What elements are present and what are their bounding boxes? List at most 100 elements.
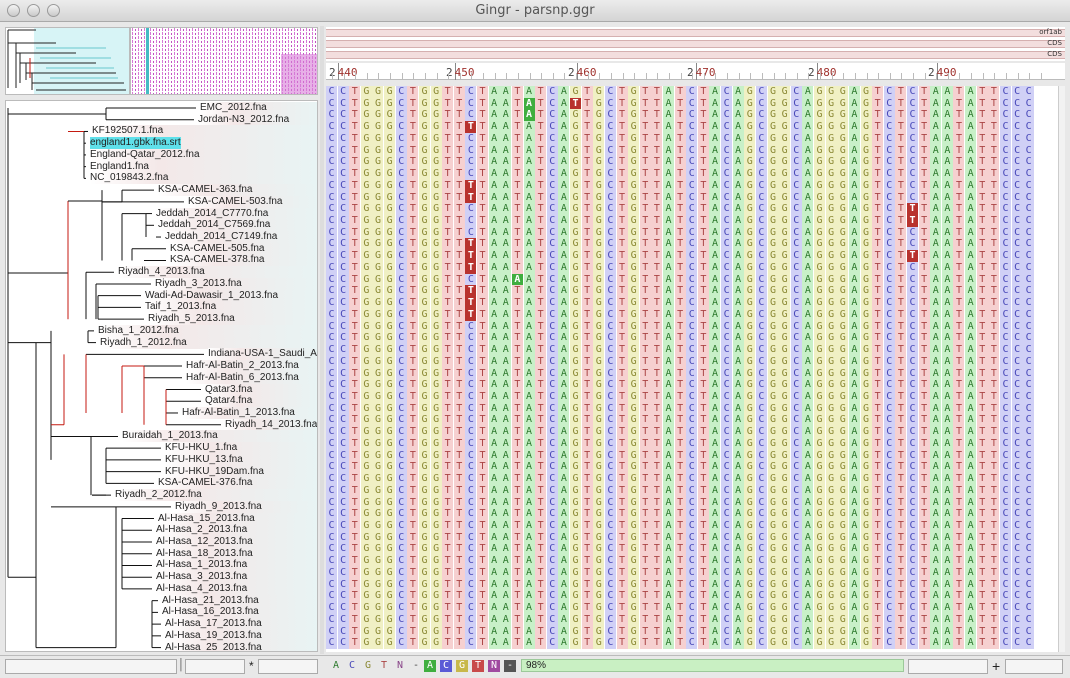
sequence-row[interactable]: CCTGGGCTGGTTCTAATATCAGTGCTGTTATCTACAGCGG… bbox=[326, 496, 1065, 509]
sequence-row[interactable]: CCTGGGCTGGTTTTAATATCAGTGCTGTTATCTACAGCGG… bbox=[326, 179, 1065, 192]
tree-leaf-label[interactable]: Qatar3.fna bbox=[205, 384, 252, 396]
tree-leaf-label[interactable]: Al-Hasa_12_2013.fna bbox=[156, 536, 253, 548]
tree-leaf-label[interactable]: Riyadh_5_2013.fna bbox=[148, 313, 235, 325]
tree-leaf-label[interactable]: Bisha_1_2012.fna bbox=[98, 325, 179, 337]
tree-leaf-label[interactable]: Hafr-Al-Batin_6_2013.fna bbox=[186, 372, 299, 384]
sequence-row[interactable]: CCTGGGCTGGTTCTAATATCAGTGCTGTTATCTACAGCGG… bbox=[326, 226, 1065, 239]
tree-leaf-label[interactable]: KFU-HKU_1.fna bbox=[165, 442, 237, 454]
sequence-row[interactable]: CCTGGGCTGGTTCTAAAATCAGTGCTGTTATCTACAGCGG… bbox=[326, 273, 1065, 286]
sequence-row[interactable]: CCTGGGCTGGTTCTAATATCAGTGCTGTTATCTACAGCGG… bbox=[326, 508, 1065, 521]
sequence-row[interactable]: CCTGGGCTGGTTCTAATATCAGTGCTGTTATCTACAGCGG… bbox=[326, 390, 1065, 403]
sequence-row[interactable]: CCTGGGCTGGTTCTAATATCAGTGCTGTTATCTACAGCGG… bbox=[326, 379, 1065, 392]
tree-leaf-label[interactable]: Al-Hasa_4_2013.fna bbox=[156, 583, 247, 595]
tree-leaf-label[interactable]: KFU-HKU_19Dam.fna bbox=[165, 466, 264, 478]
sequence-row[interactable]: CCTGGGCTGGTTTTAATATCAGTGCTGTTATCTACAGCGG… bbox=[326, 238, 1065, 251]
sequence-row[interactable]: CCTGGGCTGGTTCTAATATCAGTGCTGTTATCTACAGCGG… bbox=[326, 156, 1065, 169]
sequence-row[interactable]: CCTGGGCTGGTTCTAATATCAGTGCTGTTATCTACAGCGG… bbox=[326, 144, 1065, 157]
sequence-row[interactable]: CCTGGGCTGGTTCTAATATCAGTGCTGTTATCTACAGCGG… bbox=[326, 414, 1065, 427]
sequence-row[interactable]: CCTGGGCTGGTTCTAATATCAGTGCTGTTATCTACAGCGG… bbox=[326, 332, 1065, 345]
tree-leaf-label[interactable]: Al-Hasa_3_2013.fna bbox=[156, 571, 247, 583]
tree-leaf-label[interactable]: Jordan-N3_2012.fna bbox=[198, 114, 289, 126]
sequence-row[interactable]: CCTGGGCTGGTTTTAATATCAGTGCTGTTATCTACAGCGG… bbox=[326, 261, 1065, 274]
sequence-row[interactable]: CCTGGGCTGGTTCTAATATCAGTGCTGTTATCTACAGCGG… bbox=[326, 543, 1065, 556]
sequence-row[interactable]: CCTGGGCTGGTTCTAATATCAGTGCTGTTATCTACAGCGG… bbox=[326, 449, 1065, 462]
sequence-row[interactable]: CCTGGGCTGGTTCTAATATCAGTGCTGTTATCTACAGCGG… bbox=[326, 367, 1065, 380]
sequence-row[interactable]: CCTGGGCTGGTTTTAATATCAGTGCTGTTATCTACAGCGG… bbox=[326, 191, 1065, 204]
tree-leaf-label[interactable]: Wadi-Ad-Dawasir_1_2013.fna bbox=[145, 290, 278, 302]
pane-divider[interactable] bbox=[320, 26, 324, 654]
tree-leaf-label[interactable]: Al-Hasa_21_2013.fna bbox=[162, 595, 259, 607]
tree-leaf-label[interactable]: Riyadh_1_2012.fna bbox=[100, 337, 187, 349]
sequence-row[interactable]: CCTGGGCTGGTTCTAATATCAGTGCTGTTATCTACAGCGG… bbox=[326, 168, 1065, 181]
tree-leaf-label[interactable]: Al-Hasa_19_2013.fna bbox=[165, 630, 262, 642]
tree-leaf-label[interactable]: KSA-CAMEL-363.fna bbox=[158, 184, 253, 196]
tree-leaf-label[interactable]: Jeddah_2014_C7569.fna bbox=[158, 219, 270, 231]
tree-leaf-label[interactable]: KSA-CAMEL-503.fna bbox=[188, 196, 283, 208]
vertical-scrollbar[interactable] bbox=[1058, 86, 1065, 652]
sequence-row[interactable]: CCTGGGCTGGTTTTAATATCAGTGCTGTTATCTACAGCGG… bbox=[326, 285, 1065, 298]
sequence-row[interactable]: CCTGGGCTGGTTCTAATATCAGTGCTGTTATCTACAGCGG… bbox=[326, 320, 1065, 333]
zoom-level-bar[interactable]: 98% bbox=[521, 659, 904, 672]
sequence-row[interactable]: CCTGGGCTGGTTCTAATATCAGTGCTGTTATCTACAGCGG… bbox=[326, 555, 1065, 568]
overview-alignment[interactable] bbox=[130, 27, 318, 95]
sequence-row[interactable]: CCTGGGCTGGTTCTAATATCAGTGCTGTTATCTACAGCGG… bbox=[326, 109, 1065, 122]
sequence-row[interactable]: CCTGGGCTGGTTCTAATATCAGTGCTGTTATCTACAGCGG… bbox=[326, 520, 1065, 532]
tree-leaf-label[interactable]: Hafr-Al-Batin_2_2013.fna bbox=[186, 360, 299, 372]
sequence-row[interactable]: CCTGGGCTGGTTCTAATATCAGTGCTGTTATCTACAGCGG… bbox=[326, 426, 1065, 439]
tree-leaf-label[interactable]: Al-Hasa_18_2013.fna bbox=[156, 548, 253, 560]
tree-leaf-label[interactable]: Riyadh_3_2013.fna bbox=[155, 278, 242, 290]
annotation-feature[interactable]: CDS bbox=[326, 50, 1065, 59]
tree-leaf-label[interactable]: KSA-CAMEL-505.fna bbox=[170, 243, 265, 255]
sequence-row[interactable]: CCTGGGCTGGTTCTAATATCAGTGCTGTTATCTACAGCGG… bbox=[326, 531, 1065, 544]
sequence-row[interactable]: CCTGGGCTGGTTCTAATATCAGTGCTGTTATCTACAGCGG… bbox=[326, 473, 1065, 486]
tree-leaf-label[interactable]: Taif_1_2013.fna bbox=[145, 301, 216, 313]
tree-leaf-label[interactable]: Al-Hasa_1_2013.fna bbox=[156, 559, 247, 571]
sequence-row[interactable]: CCTGGGCTGGTTCTAATATCAGTGCTGTTATCTACAGCGG… bbox=[326, 344, 1065, 357]
tree-extra-field[interactable] bbox=[258, 659, 318, 674]
sequence-row[interactable]: CCTGGGCTGGTTCTAATATCAGTGCTGTTATCTACAGCGG… bbox=[326, 355, 1065, 368]
tree-leaf-label[interactable]: England-Qatar_2012.fna bbox=[90, 149, 200, 161]
tree-leaf-label[interactable]: Riyadh_9_2013.fna bbox=[175, 501, 262, 513]
tree-leaf-label[interactable]: Al-Hasa_17_2013.fna bbox=[165, 618, 262, 630]
tree-leaf-label[interactable]: KSA-CAMEL-376.fna bbox=[158, 477, 253, 489]
tree-leaf-label[interactable]: England1.fna bbox=[90, 161, 149, 173]
zoom-in-button[interactable]: + bbox=[992, 658, 1000, 674]
tree-leaf-label[interactable]: england1.gbk.fna.srt bbox=[90, 137, 181, 150]
tree-leaf-label[interactable]: Qatar4.fna bbox=[205, 395, 252, 407]
sequence-row[interactable]: CCTGGGCTGGTTCTAATATCAGTGCTGTTATCTACAGCGG… bbox=[326, 637, 1065, 650]
tree-leaf-label[interactable]: Riyadh_2_2012.fna bbox=[115, 489, 202, 501]
sequence-row[interactable]: CCTGGGCTGGTTCTAATATCAGTGCTGTTATCTACAGCGG… bbox=[326, 132, 1065, 145]
sequence-row[interactable]: CCTGGGCTGGTTCTAATATCAGTGCTGTTATCTACAGCGG… bbox=[326, 484, 1065, 497]
tree-leaf-label[interactable]: Hafr-Al-Batin_1_2013.fna bbox=[182, 407, 295, 419]
sequence-row[interactable]: CCTGGGCTGGTTCTAATATCAGTGCTGTTATCTACAGCGG… bbox=[326, 602, 1065, 615]
tree-leaf-label[interactable]: KSA-CAMEL-378.fna bbox=[170, 254, 265, 266]
tree-leaf-label[interactable]: Indiana-USA-1_Saudi_A bbox=[208, 348, 317, 360]
tree-leaf-label[interactable]: Al-Hasa_16_2013.fna bbox=[162, 606, 259, 618]
alignment-extra-field[interactable] bbox=[1005, 659, 1063, 674]
tree-leaf-label[interactable]: EMC_2012.fna bbox=[200, 102, 267, 114]
sequence-row[interactable]: CCTGGGCTGGTTTTAATATCAGTGCTGTTATCTACAGCGG… bbox=[326, 121, 1065, 134]
overview-tree[interactable] bbox=[5, 27, 130, 95]
sequence-row[interactable]: CCTGGGCTGGTTCTAATATCAGTGCTGTTATCTACAGCGG… bbox=[326, 203, 1065, 216]
tree-leaf-label[interactable]: KF192507.1.fna bbox=[92, 125, 163, 137]
tree-leaf-label[interactable]: Buraidah_1_2013.fna bbox=[122, 430, 218, 442]
tree-leaf-label[interactable]: Al-Hasa_2_2013.fna bbox=[156, 524, 247, 536]
sequence-row[interactable]: CCTGGGCTGGTTCTAATATCAGTGCTGTTATCTACAGCGG… bbox=[326, 590, 1065, 603]
tree-leaf-label[interactable]: Riyadh_14_2013.fna bbox=[225, 419, 317, 431]
resize-handle-icon[interactable]: │ bbox=[178, 659, 185, 671]
alignment-zoom-field[interactable] bbox=[908, 659, 988, 674]
alignment-view[interactable]: CCTGGGCTGGTTCTAATATCAGTGCTGTTATCTACAGCGG… bbox=[326, 86, 1065, 652]
star-button[interactable]: * bbox=[249, 659, 254, 673]
sequence-row[interactable]: CCTGGGCTGGTTCTAATATCAGTGCTGTTATCTACAGCGG… bbox=[326, 613, 1065, 626]
sequence-row[interactable]: CCTGGGCTGGTTCTAATATCAGTGCTGTTATCTACAGCGG… bbox=[326, 625, 1065, 638]
sequence-row[interactable]: CCTGGGCTGGTTCTAATATCAGTGCTGTTATCTACAGCGG… bbox=[326, 215, 1065, 228]
sequence-row[interactable]: CCTGGGCTGGTTCTAATATCAGTGCTGTTATCTACAGCGG… bbox=[326, 566, 1065, 579]
tree-leaf-label[interactable]: Al-Hasa_25_2013.fna bbox=[165, 642, 262, 651]
tree-search-field[interactable] bbox=[5, 659, 177, 674]
annotation-feature[interactable]: orf1ab bbox=[326, 28, 1065, 37]
sequence-row[interactable]: CCTGGGCTGGTTCTAATATCAGTGCTGTTATCTACAGCGG… bbox=[326, 402, 1065, 415]
sequence-row[interactable]: CCTGGGCTGGTTCTAATATCAGTGCTGTTATCTACAGCGG… bbox=[326, 578, 1065, 591]
sequence-row[interactable]: CCTGGGCTGGTTTTAATATCAGTGCTGTTATCTACAGCGG… bbox=[326, 250, 1065, 263]
sequence-row[interactable]: CCTGGGCTGGTTCTAATATCAGTGCTGTTATCTACAGCGG… bbox=[326, 437, 1065, 450]
annotation-feature[interactable]: CDS bbox=[326, 39, 1065, 48]
